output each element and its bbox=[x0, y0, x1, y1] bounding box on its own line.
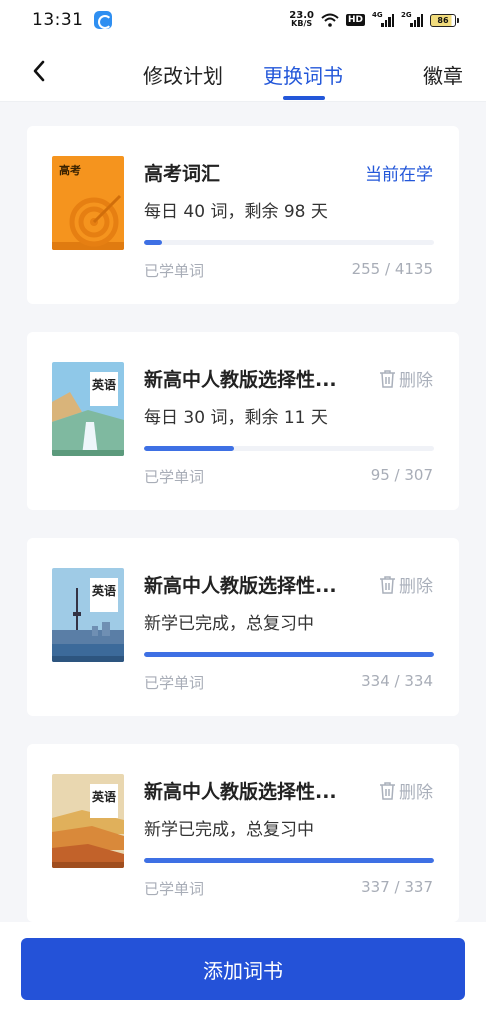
book-cover: 英语 bbox=[52, 568, 124, 662]
delete-button[interactable]: 删除 bbox=[379, 572, 433, 597]
book-title: 新高中人教版选择性... bbox=[144, 575, 337, 597]
book-card-pep-3[interactable]: 英语 新高中人教版选择性... 删除 新学已完成，总复习中 已学单词 334 /… bbox=[27, 538, 459, 716]
learned-words-count: 95 / 307 bbox=[370, 466, 433, 484]
book-cover: 英语 bbox=[52, 774, 124, 868]
book-title: 新高中人教版选择性... bbox=[144, 369, 337, 391]
app-notification-icon bbox=[93, 11, 112, 29]
cover-label: 英语 bbox=[92, 584, 117, 598]
progress-fill bbox=[144, 858, 434, 863]
active-tab-indicator bbox=[283, 96, 325, 100]
progress-fill bbox=[144, 446, 234, 451]
learned-words-count: 255 / 4135 bbox=[351, 260, 433, 278]
cover-label: 高考 bbox=[59, 164, 81, 177]
progress-fill bbox=[144, 652, 434, 657]
add-book-button[interactable]: 添加词书 bbox=[21, 938, 465, 1000]
learned-words-count: 337 / 337 bbox=[361, 878, 433, 896]
learned-words-label: 已学单词 bbox=[144, 468, 205, 486]
delete-button[interactable]: 删除 bbox=[379, 366, 433, 391]
book-plan: 每日 30 词，剩余 11 天 bbox=[144, 408, 328, 428]
delete-label: 删除 bbox=[399, 371, 433, 391]
trash-icon bbox=[380, 575, 395, 594]
cover-label: 英语 bbox=[92, 378, 117, 392]
wifi-icon bbox=[321, 13, 339, 27]
book-list: 高考 高考词汇 当前在学 每日 40 词，剩余 98 天 已学单词 255 / … bbox=[0, 102, 486, 922]
progress-fill bbox=[144, 240, 162, 245]
delete-label: 删除 bbox=[399, 577, 433, 597]
book-plan: 新学已完成，总复习中 bbox=[144, 614, 314, 634]
current-learning-label: 当前在学 bbox=[365, 165, 433, 185]
progress-bar bbox=[144, 652, 434, 657]
bottom-bar: 添加词书 bbox=[0, 922, 486, 1020]
book-cover: 英语 bbox=[52, 362, 124, 456]
network-speed-unit: KB/S bbox=[291, 19, 313, 28]
learned-words-label: 已学单词 bbox=[144, 262, 205, 280]
book-card-pep-4[interactable]: 英语 新高中人教版选择性... 删除 新学已完成，总复习中 已学单词 337 /… bbox=[27, 744, 459, 922]
battery-icon: 86 bbox=[430, 13, 459, 27]
delete-label: 删除 bbox=[399, 783, 433, 803]
book-title: 新高中人教版选择性... bbox=[144, 781, 337, 803]
book-card-pep-2[interactable]: 英语 新高中人教版选择性... 删除 每日 30 词，剩余 11 天 已学单词 … bbox=[27, 332, 459, 510]
status-bar: 13:31 23.0 KB/S HD 4G 2G 86 bbox=[0, 0, 486, 40]
signal-icon-4g: 4G bbox=[372, 11, 394, 27]
book-plan: 每日 40 词，剩余 98 天 bbox=[144, 202, 328, 222]
signal-4g-label: 4G bbox=[372, 11, 383, 19]
tab-change-book[interactable]: 更换词书 bbox=[263, 60, 343, 89]
trash-icon bbox=[380, 369, 395, 388]
tab-modify-plan[interactable]: 修改计划 bbox=[143, 60, 223, 89]
book-card-gaokao[interactable]: 高考 高考词汇 当前在学 每日 40 词，剩余 98 天 已学单词 255 / … bbox=[27, 126, 459, 304]
status-time: 13:31 bbox=[32, 10, 84, 30]
progress-bar bbox=[144, 446, 434, 451]
delete-button[interactable]: 删除 bbox=[379, 778, 433, 803]
top-nav: 修改计划 更换词书 徽章 bbox=[0, 40, 486, 102]
book-title: 高考词汇 bbox=[144, 163, 221, 185]
learned-words-label: 已学单词 bbox=[144, 674, 205, 692]
progress-bar bbox=[144, 858, 434, 863]
hd-badge: HD bbox=[345, 14, 365, 26]
cover-label: 英语 bbox=[92, 790, 117, 804]
progress-bar bbox=[144, 240, 434, 245]
tab-badges[interactable]: 徽章 bbox=[423, 60, 463, 89]
learned-words-count: 334 / 334 bbox=[361, 672, 433, 690]
book-cover: 高考 bbox=[52, 156, 124, 250]
book-plan: 新学已完成，总复习中 bbox=[144, 820, 314, 840]
signal-2g-label: 2G bbox=[401, 11, 412, 19]
learned-words-label: 已学单词 bbox=[144, 880, 205, 898]
back-arrow-icon[interactable] bbox=[26, 56, 56, 86]
battery-level: 86 bbox=[437, 15, 449, 25]
network-speed: 23.0 KB/S bbox=[289, 11, 314, 28]
trash-icon bbox=[380, 781, 395, 800]
status-indicators: 23.0 KB/S HD 4G 2G 86 bbox=[289, 11, 459, 28]
cover-label-box: 英语 bbox=[90, 578, 118, 612]
cover-label-box: 英语 bbox=[90, 372, 118, 406]
cover-label-box: 英语 bbox=[90, 784, 118, 818]
signal-icon-2g: 2G bbox=[401, 11, 423, 27]
